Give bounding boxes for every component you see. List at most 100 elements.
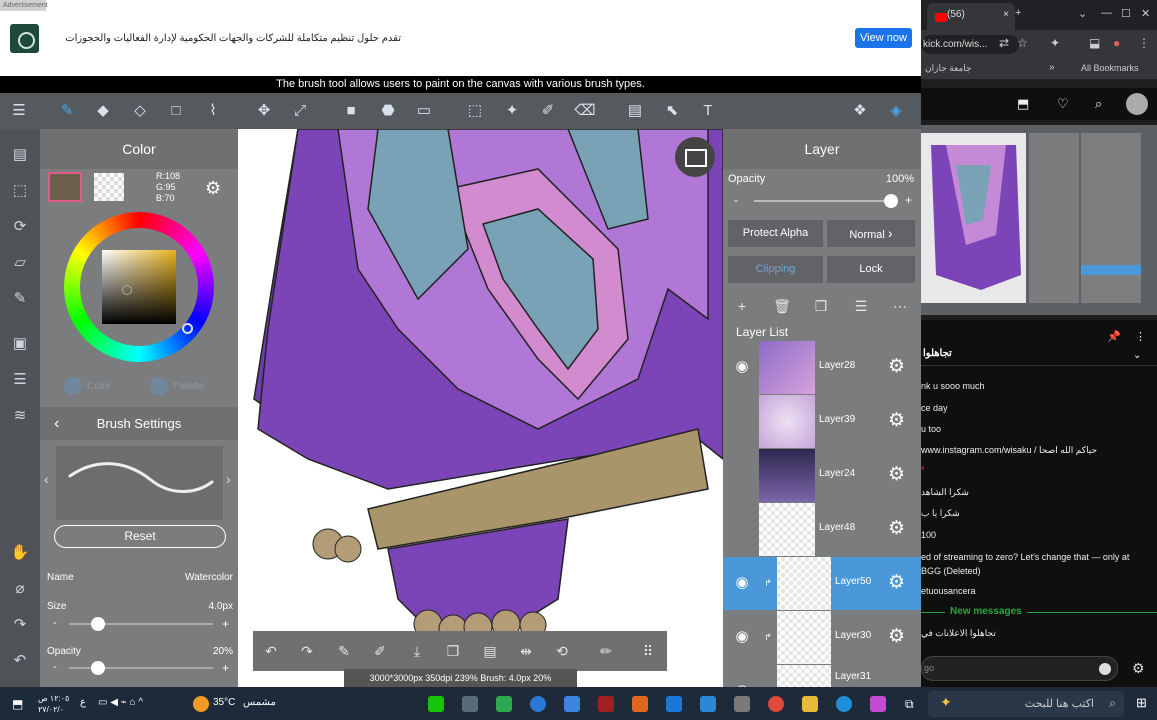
tray-icons[interactable]: ▭ ◀ ⌁ ⌂ ^ — [98, 697, 143, 708]
clock[interactable]: ١٢:٠٥ ص ٢٧/٠٢/٠ — [38, 693, 69, 715]
taskbar-app-icon[interactable] — [462, 696, 478, 712]
taskbar-app-icon[interactable] — [700, 696, 716, 712]
color-settings-gear-icon[interactable]: ⚙ — [205, 178, 221, 199]
undo-bottom-icon[interactable]: ↶ — [261, 641, 281, 661]
flip-icon[interactable]: ⇹ — [516, 641, 536, 661]
ad-view-now-button[interactable]: View now — [855, 28, 912, 48]
select-eraser-icon[interactable]: ⌫ — [574, 99, 596, 121]
undo-icon[interactable]: ↶ — [9, 649, 31, 671]
copy-icon[interactable]: ❐ — [443, 641, 463, 661]
more-options-icon[interactable]: ⋯ — [891, 297, 909, 315]
close-tab-icon[interactable]: × — [1003, 3, 1009, 27]
ruler-icon[interactable]: ▱ — [9, 251, 31, 273]
taskbar-app-icon[interactable] — [530, 696, 546, 712]
taskbar-app-icon[interactable] — [870, 696, 886, 712]
brush-opacity-slider[interactable]: - + — [47, 661, 233, 675]
taskbar-app-icon[interactable] — [632, 696, 648, 712]
layer-gear-icon[interactable]: ⚙ — [888, 517, 905, 540]
new-tab-icon[interactable]: + — [1015, 7, 1021, 19]
hue-ring-cursor[interactable] — [182, 323, 193, 334]
brush-size-slider[interactable]: - + — [47, 617, 233, 631]
layer-opacity-knob[interactable] — [884, 194, 898, 208]
layer-row[interactable]: ◉ ↱ Layer30 ⚙ — [723, 611, 921, 664]
blur-eraser-icon[interactable]: ◇ — [129, 99, 151, 121]
size-slider-knob[interactable] — [90, 617, 105, 631]
palette-icon[interactable]: ≋ — [9, 404, 31, 426]
pen-bottom-icon[interactable]: ✐ — [370, 641, 390, 661]
layer-gear-icon[interactable]: ⚙ — [888, 463, 905, 486]
taskbar-app-icon[interactable] — [598, 696, 614, 712]
delete-layer-icon[interactable]: 🗑 — [773, 297, 791, 315]
drawing-canvas[interactable] — [238, 129, 723, 687]
edge-icon[interactable] — [836, 696, 852, 712]
layer-row[interactable]: Layer24 ⚙ — [723, 449, 921, 502]
rotate-icon[interactable]: ⟳ — [9, 215, 31, 237]
chat-input[interactable]: go — [921, 656, 1118, 681]
rotate-lock-icon[interactable]: ⟲ — [552, 641, 572, 661]
layer-gear-icon[interactable]: ⚙ — [888, 571, 905, 594]
layer-row[interactable]: Layer39 ⚙ — [723, 395, 921, 448]
hand-icon[interactable]: ✋ — [9, 541, 31, 563]
chat-settings-gear-icon[interactable]: ⚙ — [1132, 660, 1145, 677]
layer-row[interactable]: Layer48 ⚙ — [723, 503, 921, 556]
chat-menu-icon[interactable]: ⋮ — [1135, 330, 1146, 343]
bookmark-star-icon[interactable]: ☆ — [1017, 36, 1028, 50]
redo-icon[interactable]: ↷ — [9, 613, 31, 635]
translate-icon[interactable]: ⇄ — [999, 36, 1009, 50]
opacity-slider-knob[interactable] — [90, 661, 105, 675]
layer-gear-icon[interactable]: ⚙ — [888, 355, 905, 378]
layers-icon[interactable]: ◈ — [885, 99, 907, 121]
duplicate-layer-icon[interactable]: ❐ — [812, 297, 830, 315]
eraser-tool-icon[interactable]: ◆ — [92, 99, 114, 121]
color-cursor[interactable] — [122, 285, 132, 295]
pin-icon[interactable]: 📌 — [1107, 330, 1121, 343]
brush-tool-icon[interactable]: ✎ — [56, 99, 78, 121]
layer-row[interactable]: ◉ ↱ Layer31 — [723, 665, 921, 687]
layer-opacity-slider[interactable]: - + — [728, 193, 916, 209]
tv-icon[interactable]: ⬒ — [1017, 96, 1029, 112]
taskbar-app-icon[interactable] — [666, 696, 682, 712]
add-layer-icon[interactable]: + — [733, 297, 751, 315]
curve-tool-icon[interactable]: ⌇ — [202, 99, 224, 121]
lock-button[interactable]: Lock — [827, 256, 915, 283]
prev-brush-chevron-icon[interactable]: ‹ — [44, 471, 49, 487]
reset-button[interactable]: Reset — [54, 525, 226, 548]
primary-color-swatch[interactable] — [48, 172, 82, 202]
protect-alpha-button[interactable]: Protect Alpha — [728, 220, 823, 247]
eye-icon[interactable]: ◉ — [732, 573, 752, 593]
maximize-icon[interactable]: ☐ — [1121, 7, 1131, 20]
chevron-down-icon[interactable]: ⌄ — [1133, 350, 1141, 361]
color-panel-icon[interactable]: ▣ — [9, 332, 31, 354]
all-bookmarks-folder[interactable]: All Bookmarks — [1081, 63, 1139, 73]
browser-tab[interactable]: (56) × — [927, 3, 1015, 30]
layer-list-icon[interactable]: ☰ — [852, 297, 870, 315]
layer-opacity-minus[interactable]: - — [734, 193, 738, 207]
color-wheel[interactable] — [64, 212, 214, 362]
chrome-icon[interactable] — [768, 696, 784, 712]
back-chevron-icon[interactable]: ‹ — [54, 407, 59, 440]
taskbar-app-icon[interactable] — [734, 696, 750, 712]
document-icon[interactable]: ▤ — [9, 143, 31, 165]
bookmark-item[interactable]: جامعة جازان — [925, 63, 972, 74]
blend-mode-select[interactable]: Normal › — [827, 220, 915, 247]
paste-icon[interactable]: ▤ — [480, 641, 500, 661]
layer-row[interactable]: ◉ Layer28 ⚙ — [723, 341, 921, 394]
opacity-plus-button[interactable]: + — [222, 661, 229, 675]
minimize-icon[interactable]: — — [1101, 7, 1112, 19]
saturation-value-square[interactable] — [102, 250, 176, 324]
fill-color-icon[interactable]: ■ — [340, 99, 362, 121]
canvas-frame-icon[interactable] — [675, 137, 715, 177]
tab-palette[interactable]: Palette — [150, 375, 204, 397]
stream-preview[interactable] — [921, 125, 1157, 315]
eye-icon[interactable]: ◉ — [732, 357, 752, 377]
window-close-icon[interactable]: ✕ — [1141, 7, 1150, 20]
task-view-icon[interactable]: ⧉ — [905, 697, 914, 712]
transform-tool-icon[interactable]: ⤢ — [289, 99, 311, 121]
select-tool-icon[interactable]: ⬚ — [464, 99, 486, 121]
move-tool-icon[interactable]: ✥ — [253, 99, 275, 121]
size-plus-button[interactable]: + — [222, 617, 229, 631]
list-panel-icon[interactable]: ☰ — [9, 368, 31, 390]
more-bookmarks-icon[interactable]: » — [1049, 62, 1055, 73]
avatar[interactable] — [1126, 93, 1148, 115]
taskbar-app-icon[interactable] — [428, 696, 444, 712]
